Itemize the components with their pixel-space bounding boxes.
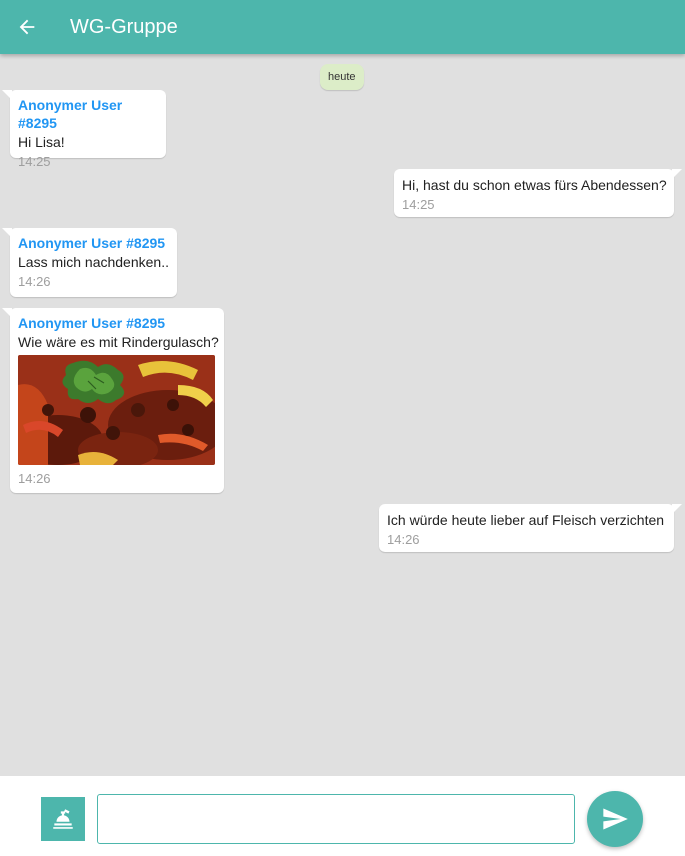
send-button[interactable] [587, 791, 643, 847]
message-time: 14:26 [18, 274, 51, 289]
date-chip: heute [320, 64, 364, 90]
composer-bar [0, 776, 685, 856]
send-icon [603, 808, 628, 830]
message-bubble-incoming[interactable]: Anonymer User #8295 Hi Lisa! 14:25 [2, 90, 166, 169]
message-time: 14:25 [18, 154, 51, 169]
back-button[interactable] [0, 0, 54, 54]
message-time: 14:25 [402, 197, 435, 212]
message-sender: Anonymer User #8295 [18, 315, 166, 331]
message-bubble-outgoing[interactable]: Hi, hast du schon etwas fürs Abendessen?… [394, 169, 682, 217]
message-input[interactable] [97, 794, 575, 844]
message-text: Ich würde heute lieber auf Fleisch verzi… [387, 512, 665, 528]
chat-title: WG-Gruppe [70, 15, 178, 38]
goulash-photo[interactable] [18, 355, 215, 465]
message-time: 14:26 [18, 471, 51, 486]
message-bubble-incoming[interactable]: Anonymer User #8295 Lass mich nachdenken… [2, 228, 177, 297]
message-sender: Anonymer User #8295 [18, 97, 123, 131]
arrow-left-icon [19, 19, 35, 35]
message-sender: Anonymer User #8295 [18, 235, 166, 251]
message-text: Hi Lisa! [18, 134, 65, 150]
restaurant-menu-button[interactable] [41, 797, 85, 841]
message-text: Lass mich nachdenken.. [18, 254, 169, 270]
message-time: 14:26 [387, 532, 420, 547]
restaurant-menu-icon [53, 809, 73, 829]
message-bubble-incoming[interactable]: Anonymer User #8295 Wie wäre es mit Rind… [2, 308, 224, 493]
message-text: Wie wäre es mit Rindergulasch? [18, 334, 219, 350]
message-text: Hi, hast du schon etwas fürs Abendessen? [402, 177, 667, 193]
app-bar: WG-Gruppe [0, 0, 685, 54]
chat-area[interactable]: heute Anonymer User #8295 Hi Lisa! 14:25… [0, 54, 685, 776]
message-bubble-outgoing[interactable]: Ich würde heute lieber auf Fleisch verzi… [379, 504, 682, 552]
